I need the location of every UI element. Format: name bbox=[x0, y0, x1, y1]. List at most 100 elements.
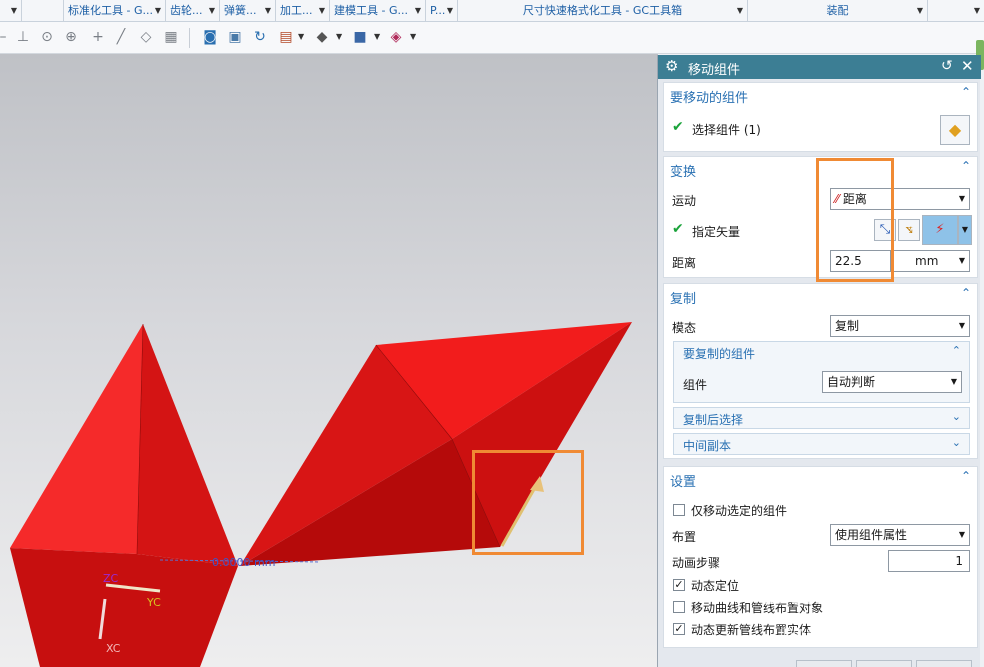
zoom-window-icon[interactable]: ▣ bbox=[226, 28, 244, 46]
select-component-label[interactable]: 选择组件 (1) bbox=[692, 121, 761, 138]
transform-highlight-box bbox=[816, 158, 894, 282]
group-header[interactable]: 设置 bbox=[670, 471, 696, 490]
dialog-title: 移动组件 bbox=[688, 63, 741, 78]
chevron-up-icon[interactable]: ⌃ bbox=[961, 159, 971, 173]
fit-view-icon[interactable]: ◙ bbox=[201, 28, 219, 46]
cube-dropdown-icon[interactable]: ▼ bbox=[374, 28, 380, 46]
layout-label: 布置 bbox=[672, 530, 697, 544]
graphics-viewport[interactable]: 0.0000 mm ZC YC XC bbox=[0, 54, 658, 667]
left-part-face-1 bbox=[10, 324, 143, 554]
chevron-down-icon: ▼ bbox=[961, 225, 969, 234]
ribbon-tab-machining[interactable]: 加工... ▼ bbox=[276, 0, 330, 21]
chevron-up-icon[interactable]: ⌃ bbox=[961, 286, 971, 300]
group-header[interactable]: 变换 bbox=[670, 161, 696, 180]
model-canvas: 0.0000 mm ZC YC XC bbox=[10, 322, 632, 667]
chevron-up-icon[interactable]: ⌃ bbox=[952, 344, 961, 357]
reset-icon[interactable]: ↺ bbox=[941, 58, 953, 74]
ribbon-blank bbox=[22, 0, 64, 21]
pencil-icon[interactable]: ╱ bbox=[112, 28, 130, 46]
subgroup-header[interactable]: 要复制的组件 bbox=[683, 345, 755, 362]
ribbon-tab-standard-tools[interactable]: 标准化工具 - G... ▼ bbox=[64, 0, 166, 21]
subgroup-header[interactable]: 中间副本 bbox=[683, 437, 731, 454]
apply-button[interactable] bbox=[856, 660, 912, 667]
left-part-face-3 bbox=[10, 548, 238, 667]
group-header[interactable]: 复制 bbox=[670, 288, 696, 307]
group-components-to-move: 要移动的组件 ⌃ ✔ 选择组件 (1) ◆ bbox=[663, 82, 978, 152]
circle-icon[interactable]: ⊙ bbox=[38, 28, 56, 46]
close-icon[interactable]: ✕ bbox=[961, 57, 974, 75]
shade-icon[interactable]: ◆ bbox=[313, 28, 331, 46]
vector-type-dropdown[interactable]: ▼ bbox=[958, 215, 972, 245]
only-selected-label: 仅移动选定的组件 bbox=[691, 504, 788, 518]
rotate-icon[interactable]: ↻ bbox=[251, 28, 269, 46]
subgroup-select-after-copy[interactable]: 复制后选择 ⌄ bbox=[673, 407, 970, 429]
only-selected-checkbox[interactable] bbox=[673, 504, 685, 516]
vector-dialog-button[interactable]: ⦪ bbox=[898, 219, 920, 241]
shade-dropdown-icon[interactable]: ▼ bbox=[336, 28, 342, 46]
eraser-icon[interactable]: ◇ bbox=[137, 28, 155, 46]
motion-label: 运动 bbox=[672, 194, 697, 208]
axis-zc-label: ZC bbox=[103, 572, 119, 585]
select-component-button[interactable]: ◆ bbox=[940, 115, 970, 145]
toolbar-separator bbox=[189, 28, 190, 48]
cancel-button[interactable] bbox=[916, 660, 972, 667]
point-icon[interactable]: ⊕ bbox=[62, 28, 80, 46]
subgroup-header[interactable]: 复制后选择 bbox=[683, 411, 743, 428]
group-copy: 复制 ⌃ 模态 复制 ▼ 要复制的组件 ⌃ 组件 自动判断 ▼ 复制后选择 ⌄ 中间… bbox=[663, 283, 978, 459]
ribbon-tab-dimension-format[interactable]: 尺寸快速格式化工具 - GC工具箱 ▼ bbox=[458, 0, 748, 21]
baidu-watermark: Bai du 经验 bbox=[762, 573, 972, 613]
cube-icon[interactable]: ■ bbox=[351, 28, 369, 46]
check-icon: ✔ bbox=[672, 221, 684, 237]
chevron-down-icon[interactable]: ⌄ bbox=[952, 410, 961, 423]
ribbon-tab-assembly[interactable]: 装配 ▼ bbox=[748, 0, 928, 21]
ribbon-tab-modeling-tools[interactable]: 建模工具 - G... ▼ bbox=[330, 0, 426, 21]
axis-icon[interactable]: ⊥ bbox=[14, 28, 32, 46]
ribbon-tab-gears[interactable]: 齿轮... ▼ bbox=[166, 0, 220, 21]
snap-dropdown-icon[interactable]: ▼ bbox=[298, 28, 304, 46]
ok-button[interactable] bbox=[796, 660, 852, 667]
axis-xc-label: XC bbox=[106, 642, 121, 655]
specify-vector-label[interactable]: 指定矢量 bbox=[692, 223, 740, 240]
ribbon-dropdown-left[interactable]: ▼ bbox=[0, 0, 22, 21]
line-icon[interactable]: – bbox=[0, 28, 12, 46]
subgroup-intermediate-copies[interactable]: 中间副本 ⌄ bbox=[673, 433, 970, 455]
dynamic-position-label: 动态定位 bbox=[691, 579, 740, 593]
toolbar: – ⊥ ⊙ ⊕ + ╱ ◇ ▦ ◙ ▣ ↻ ▤ ▼ ◆ ▼ ■ ▼ ◈ ▼ bbox=[0, 22, 984, 54]
left-part-face-2 bbox=[137, 324, 238, 566]
distance-label: 距离 bbox=[672, 256, 697, 270]
axis-yc-label: YC bbox=[146, 596, 161, 609]
component-cube-icon: ◆ bbox=[948, 120, 962, 139]
grid-icon[interactable]: ▦ bbox=[162, 28, 180, 46]
dimension-label[interactable]: 0.0000 mm bbox=[212, 556, 275, 569]
vector-highlight-box bbox=[472, 450, 584, 555]
vector-type-button[interactable]: ⚡ bbox=[922, 215, 958, 245]
dynamic-update-checkbox[interactable]: ✓ bbox=[673, 623, 685, 635]
ribbon-tab-p[interactable]: P... ▼ bbox=[426, 0, 458, 21]
subgroup-components-to-copy: 要复制的组件 ⌃ 组件 自动判断 ▼ bbox=[673, 341, 970, 403]
check-icon: ✔ bbox=[672, 119, 684, 135]
dynamic-position-checkbox[interactable]: ✓ bbox=[673, 579, 685, 591]
chevron-up-icon[interactable]: ⌃ bbox=[961, 85, 971, 99]
gear-icon[interactable]: ⚙ bbox=[665, 57, 678, 75]
auto-vector-icon: ⚡ bbox=[935, 222, 945, 237]
component-label: 组件 bbox=[683, 378, 708, 392]
ribbon-tab-springs[interactable]: 弹簧... ▼ bbox=[220, 0, 276, 21]
distance-unit-select[interactable]: mm ▼ bbox=[890, 250, 970, 272]
cross-icon[interactable]: + bbox=[89, 28, 107, 46]
baidu-watermark-url: jingyan.baidu.com bbox=[780, 625, 882, 638]
mode-select[interactable]: 复制 ▼ bbox=[830, 315, 970, 337]
snap-icon[interactable]: ▤ bbox=[277, 28, 295, 46]
tag-dropdown-icon[interactable]: ▼ bbox=[410, 28, 416, 46]
tag-icon[interactable]: ◈ bbox=[387, 28, 405, 46]
move-curves-checkbox[interactable] bbox=[673, 601, 685, 613]
chevron-down-icon[interactable]: ⌄ bbox=[952, 436, 961, 449]
chevron-up-icon[interactable]: ⌃ bbox=[961, 469, 971, 483]
vector-dialog-icon: ⦪ bbox=[905, 222, 913, 237]
ribbon-tab-more[interactable]: ▼ bbox=[928, 0, 984, 21]
layout-select[interactable]: 使用组件属性 ▼ bbox=[830, 524, 970, 546]
group-header[interactable]: 要移动的组件 bbox=[670, 87, 748, 106]
component-select[interactable]: 自动判断 ▼ bbox=[822, 371, 962, 393]
group-settings: 设置 ⌃ 仅移动选定的组件 布置 使用组件属性 ▼ 动画步骤 1 ✓ 动态定位 移… bbox=[663, 466, 978, 648]
mode-label: 模态 bbox=[672, 321, 697, 335]
ribbon-bar: ▼ 标准化工具 - G... ▼ 齿轮... ▼ 弹簧... ▼ 加工... ▼ 建模工… bbox=[0, 0, 984, 22]
